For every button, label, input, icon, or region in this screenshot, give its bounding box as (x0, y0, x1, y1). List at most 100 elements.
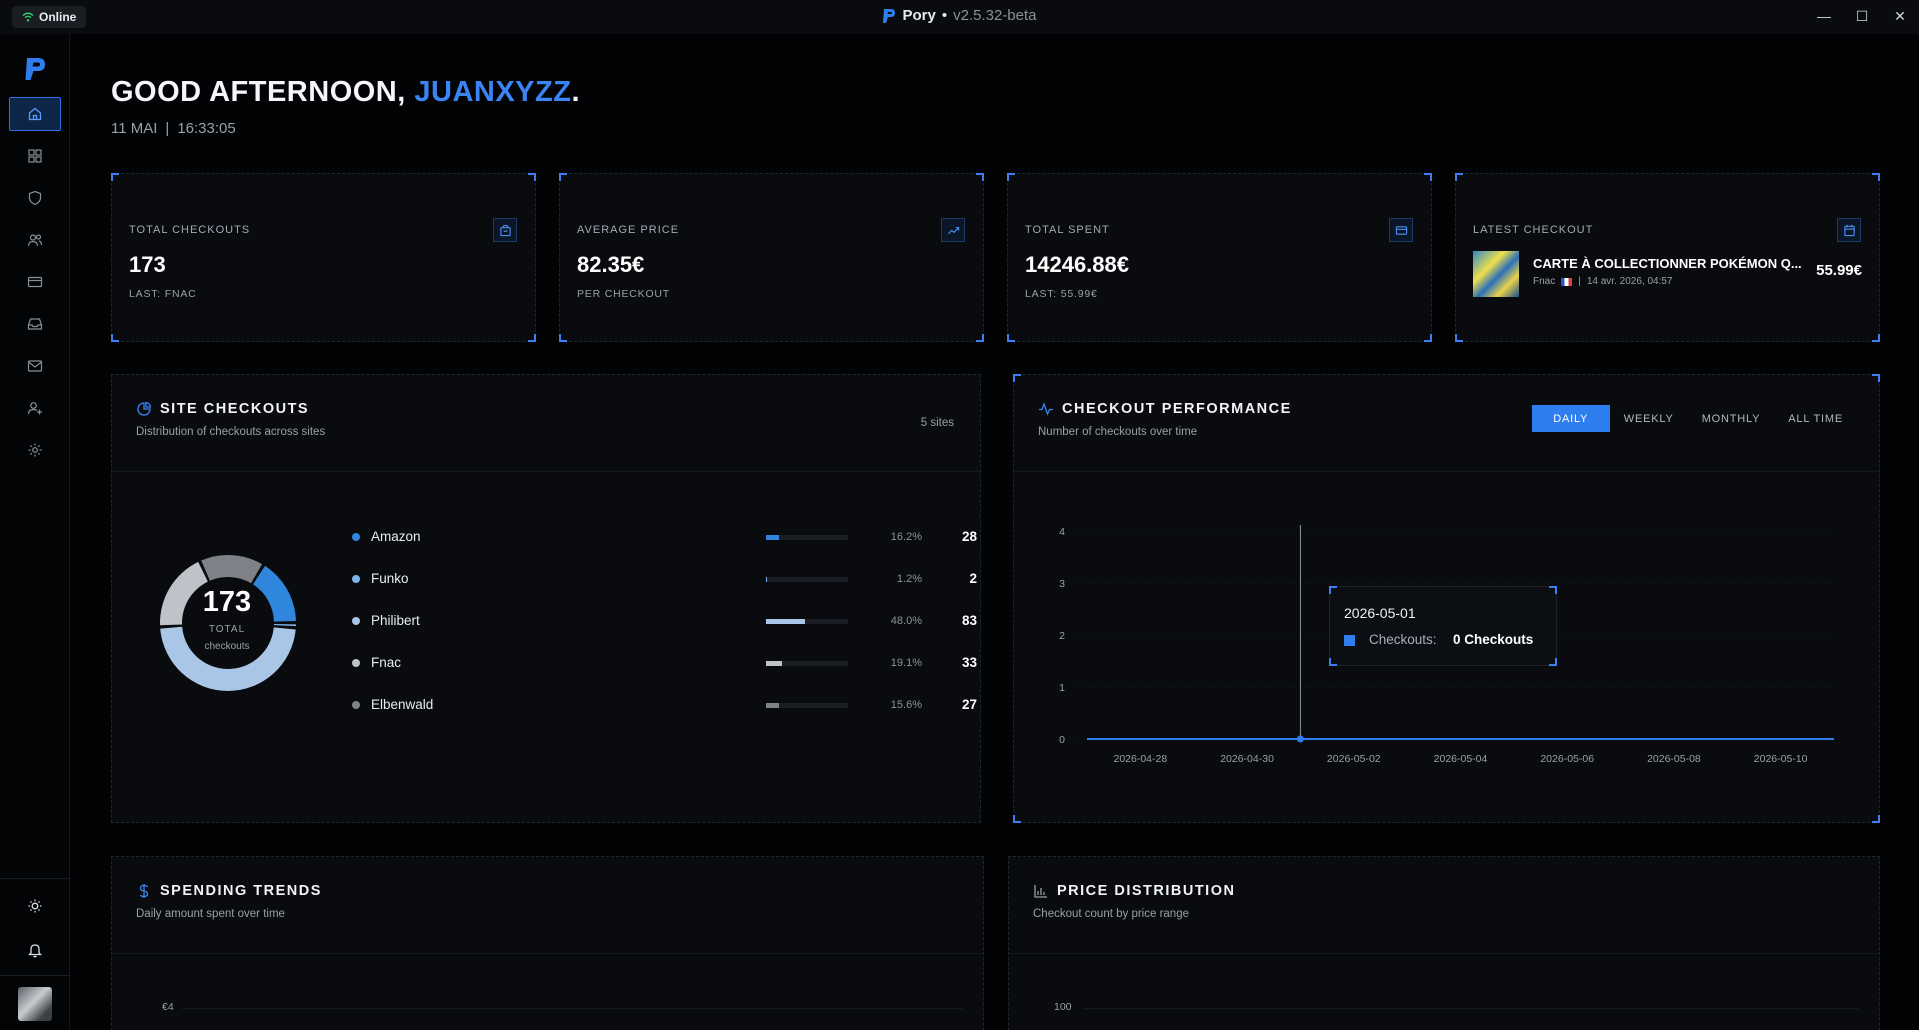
close-button[interactable]: ✕ (1881, 0, 1919, 32)
site-bar-track (766, 535, 848, 540)
site-row-philibert[interactable]: Philibert 48.0% 83 (352, 611, 977, 631)
panel-title: PRICE DISTRIBUTION (1057, 883, 1236, 899)
stat-card-total-spent: TOTAL SPENT 14246.88€ LAST: 55.99€ (1007, 173, 1432, 342)
site-name: Funko (371, 571, 409, 586)
current-time: 16:33:05 (177, 120, 236, 137)
sidebar-item-home[interactable] (9, 97, 61, 131)
site-bar-fill (766, 619, 806, 624)
sidebar-item-accounts[interactable] (9, 391, 61, 425)
minimize-button[interactable]: — (1805, 0, 1843, 32)
user-plus-icon (27, 402, 42, 415)
shield-icon (28, 190, 42, 206)
gear-icon (28, 443, 42, 457)
y-tick-label: 1 (1059, 682, 1065, 694)
site-percentage: 15.6% (890, 699, 922, 711)
greeting-period: . (571, 76, 581, 108)
credit-card-icon (1389, 218, 1413, 242)
title-bullet: • (941, 7, 948, 24)
site-name: Philibert (371, 613, 420, 628)
tab-weekly[interactable]: WEEKLY (1610, 405, 1688, 432)
panel-subtitle: Daily amount spent over time (136, 908, 285, 920)
site-bar-track (766, 703, 848, 708)
grid-icon (28, 149, 42, 163)
panel-subtitle: Number of checkouts over time (1038, 426, 1198, 438)
panel-title: SITE CHECKOUTS (160, 401, 310, 417)
sidebar (0, 34, 70, 1030)
site-color-dot (352, 533, 360, 541)
x-tick-label: 2026-05-02 (1327, 753, 1381, 765)
brand-logo-icon[interactable] (24, 56, 46, 82)
site-percentage: 48.0% (890, 615, 922, 627)
site-row-fnac[interactable]: Fnac 19.1% 33 (352, 653, 977, 673)
sidebar-item-security[interactable] (9, 181, 61, 215)
stat-label: TOTAL SPENT (1025, 224, 1110, 236)
site-bar-track (766, 619, 848, 624)
stat-card-latest-checkout[interactable]: LATEST CHECKOUT CARTE À COLLECTIONNER PO… (1455, 173, 1880, 342)
site-row-elbenwald[interactable]: Elbenwald 15.6% 27 (352, 695, 977, 715)
site-row-funko[interactable]: Funko 1.2% 2 (352, 569, 977, 589)
app-version: v2.5.32-beta (953, 7, 1037, 24)
app-name: Pory (902, 7, 936, 24)
tab-daily[interactable]: DAILY (1531, 405, 1610, 432)
grid-line (1084, 1008, 1859, 1009)
site-percentage: 19.1% (890, 657, 922, 669)
panel-title: SPENDING TRENDS (160, 883, 322, 899)
y-tick-label: 2 (1059, 630, 1065, 642)
sidebar-item-profiles[interactable] (9, 223, 61, 257)
sidebar-item-settings[interactable] (9, 433, 61, 467)
y-tick-label: €4 (162, 1001, 174, 1013)
site-count: 2 (969, 571, 977, 586)
panel-subtitle: Checkout count by price range (1033, 908, 1189, 920)
pie-chart-icon (137, 401, 152, 416)
sidebar-item-dashboard[interactable] (9, 139, 61, 173)
sidebar-item-billing[interactable] (9, 265, 61, 299)
titlebar: Online Pory • v2.5.32-beta — ☐ ✕ (0, 0, 1919, 34)
donut-slice-philibert[interactable] (160, 626, 296, 691)
bar-chart-icon (1034, 885, 1047, 898)
avatar[interactable] (18, 987, 52, 1021)
site-name: Elbenwald (371, 697, 434, 712)
sites-count: 5 sites (920, 417, 954, 429)
tab-monthly[interactable]: MONTHLY (1688, 405, 1775, 432)
site-name: Fnac (371, 655, 402, 670)
dollar-icon (139, 884, 149, 898)
maximize-button[interactable]: ☐ (1843, 0, 1881, 32)
page-title: GOOD AFTERNOON, JUANXYZZ. (111, 76, 580, 109)
site-row-amazon[interactable]: Amazon 16.2% 28 (352, 527, 977, 547)
bell-icon (27, 944, 43, 958)
theme-toggle-button[interactable] (9, 889, 61, 923)
meta-separator: | (1578, 276, 1581, 287)
tooltip-date: 2026-05-01 (1344, 605, 1416, 621)
stat-value: 82.35€ (577, 252, 645, 277)
y-tick-label: 3 (1059, 578, 1065, 590)
tab-all-time[interactable]: ALL TIME (1774, 405, 1857, 432)
mail-icon (27, 360, 43, 372)
latest-price: 55.99€ (1816, 262, 1862, 279)
site-bar-fill (766, 661, 782, 666)
greeting-text: GOOD AFTERNOON, (111, 76, 415, 108)
sidebar-item-inbox[interactable] (9, 307, 61, 341)
tooltip-value: 0 Checkouts (1453, 632, 1534, 647)
stat-value: 173 (129, 252, 166, 277)
donut-total-sub: checkouts (204, 641, 250, 652)
shopping-bag-icon (493, 218, 517, 242)
site-percentage: 1.2% (896, 573, 922, 585)
app-logo-icon (883, 8, 896, 23)
notifications-button[interactable] (9, 933, 61, 967)
donut-slice-elbenwald[interactable] (201, 555, 263, 584)
data-point (1296, 735, 1304, 743)
sun-icon (28, 899, 42, 913)
y-tick-label: 4 (1059, 526, 1065, 538)
site-bar-fill (766, 703, 779, 708)
site-bar-track (766, 577, 848, 582)
y-tick-label: 100 (1054, 1001, 1072, 1013)
site-color-dot (352, 617, 360, 625)
stat-value: 14246.88€ (1025, 252, 1129, 277)
site-color-dot (352, 701, 360, 709)
latest-date: 14 avr. 2026, 04:57 (1586, 276, 1673, 287)
donut-total: 173 (202, 586, 252, 618)
stat-card-total-checkouts: TOTAL CHECKOUTS 173 LAST: FNAC (111, 173, 536, 342)
sidebar-item-mail[interactable] (9, 349, 61, 383)
current-datetime: 11 MAI | 16:33:05 (111, 120, 236, 137)
y-tick-label: 0 (1059, 734, 1065, 746)
